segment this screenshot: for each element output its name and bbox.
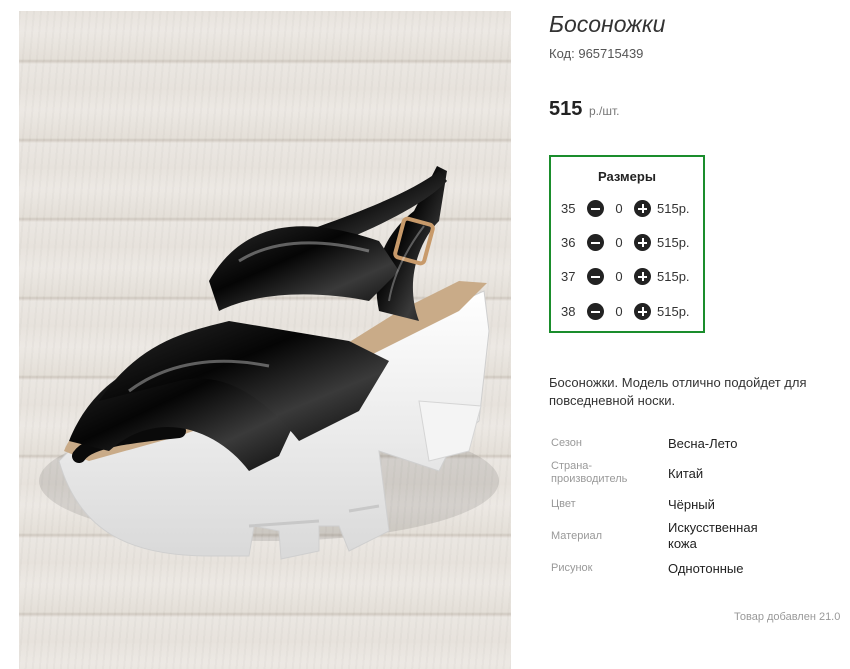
minus-circle-icon[interactable] <box>587 234 604 251</box>
size-label: 37 <box>561 269 576 284</box>
size-label: 36 <box>561 235 576 250</box>
product-code-label: Код: <box>549 46 575 61</box>
property-value: Китай <box>668 466 704 481</box>
product-price: 515 р./шт. <box>549 98 619 121</box>
size-quantity: 0 <box>615 304 623 319</box>
minus-circle-icon[interactable] <box>587 200 604 217</box>
plus-circle-icon[interactable] <box>634 200 651 217</box>
plus-circle-icon[interactable] <box>634 303 651 320</box>
sandal-illustration <box>39 166 499 560</box>
size-price: 515р. <box>657 235 690 250</box>
property-key: Сезон <box>551 437 582 449</box>
size-quantity: 0 <box>615 235 623 250</box>
price-unit: р./шт. <box>589 104 620 118</box>
minus-circle-icon[interactable] <box>587 268 604 285</box>
plus-circle-icon[interactable] <box>634 268 651 285</box>
size-price: 515р. <box>657 304 690 319</box>
product-code-value: 965715439 <box>578 46 644 61</box>
property-value: Однотонные <box>668 561 744 576</box>
size-quantity: 0 <box>615 269 623 284</box>
price-value: 515 <box>549 98 583 120</box>
size-quantity: 0 <box>615 201 623 216</box>
product-photo[interactable] <box>19 11 511 669</box>
property-key: Рисунок <box>551 562 593 574</box>
size-label: 38 <box>561 304 576 319</box>
property-value: Чёрный <box>668 497 715 512</box>
property-key: Страна-производитель <box>551 460 628 485</box>
property-value: Искусственная кожа <box>668 520 758 551</box>
size-label: 35 <box>561 201 576 216</box>
property-key: Цвет <box>551 498 576 510</box>
minus-circle-icon[interactable] <box>587 303 604 320</box>
size-price: 515р. <box>657 269 690 284</box>
product-code: Код: 965715439 <box>549 46 643 61</box>
added-date: Товар добавлен 21.0 <box>734 611 841 623</box>
property-key: Материал <box>551 530 602 542</box>
product-description: Босоножки. Модель отлично подойдет для п… <box>549 375 807 408</box>
plus-circle-icon[interactable] <box>634 234 651 251</box>
product-title: Босоножки <box>549 11 666 37</box>
size-price: 515р. <box>657 201 690 216</box>
sizes-title: Размеры <box>598 169 656 184</box>
sizes-box: Размеры 35 0 515р. 36 0 515р. 37 0 515р.… <box>549 155 705 333</box>
property-value: Весна-Лето <box>668 436 738 451</box>
